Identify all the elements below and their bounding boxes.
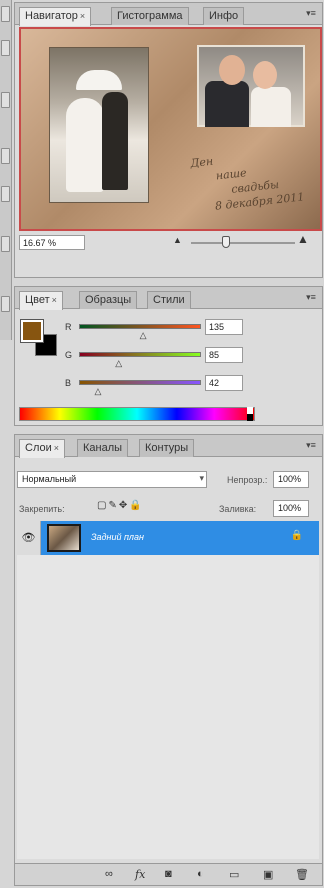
layer-thumbnail (47, 524, 81, 552)
navigator-tabbar: Навигатор × Гистограмма Инфо ▾≡ (15, 3, 322, 26)
zoom-slider-track[interactable] (191, 242, 295, 244)
layers-bottom-bar: ∞ fx ◙ ◐ ▭ ▣ 🗑 (15, 863, 322, 885)
layer-name[interactable]: Задний план (91, 532, 144, 542)
tab-channels[interactable]: Каналы (77, 439, 129, 457)
color-tabbar: Цвет × Образцы Стили ▾≡ (15, 287, 322, 310)
face-shape (253, 61, 277, 89)
tab-swatches[interactable]: Образцы (79, 291, 138, 309)
photo-couple-walking (49, 47, 149, 203)
blend-mode-select[interactable]: Нормальный ▾ (17, 471, 207, 488)
opacity-field[interactable]: 100% (273, 471, 309, 488)
image-caption: Ден наше свадьбы 8 декабря 2011 (190, 142, 324, 225)
b-slider[interactable] (79, 380, 201, 385)
black-swatch[interactable] (247, 414, 253, 421)
r-slider[interactable] (79, 324, 201, 329)
eye-icon[interactable]: 👁 (17, 521, 41, 555)
lock-icons: ▢✎✥🔒 (97, 500, 144, 511)
zoom-input[interactable]: 16.67 % (19, 235, 85, 250)
r-value-field[interactable]: 135 (205, 319, 243, 335)
dress-shape (251, 87, 291, 127)
blend-mode-value: Нормальный (22, 474, 77, 484)
tab-label: Инфо (209, 10, 239, 22)
tool-icon[interactable] (1, 6, 10, 22)
close-icon[interactable]: × (54, 443, 59, 453)
fx-icon[interactable]: fx (135, 868, 145, 881)
layers-panel: Слои × Каналы Контуры ▾≡ Нормальный ▾ Неп… (14, 434, 323, 886)
suit-shape (205, 81, 249, 127)
b-slider-thumb[interactable]: △ (95, 386, 102, 397)
tool-icon[interactable] (1, 296, 10, 312)
tab-label: Слои (25, 442, 52, 454)
g-slider-thumb[interactable]: △ (115, 358, 122, 369)
trash-icon[interactable]: 🗑 (295, 868, 309, 881)
panel-menu-icon[interactable]: ▾≡ (304, 440, 318, 452)
tab-navigator[interactable]: Навигатор × (19, 7, 92, 26)
tool-strip (0, 0, 12, 340)
opacity-value: 100% (278, 474, 302, 484)
color-panel: Цвет × Образцы Стили ▾≡ R △ 135 G △ 85 B … (14, 286, 323, 426)
tab-label: Навигатор (25, 10, 78, 22)
channel-label-g: G (65, 350, 73, 360)
zoom-out-icon[interactable]: ▲ (173, 235, 182, 245)
navigator-panel: Навигатор × Гистограмма Инфо ▾≡ Ден наше … (14, 2, 323, 278)
color-spectrum[interactable] (19, 407, 255, 421)
tab-color[interactable]: Цвет × (19, 291, 63, 310)
tab-label: Гистограмма (117, 10, 183, 22)
lock-icon: 🔒 (290, 530, 303, 541)
channel-label-r: R (65, 322, 72, 332)
panel-menu-icon[interactable]: ▾≡ (304, 8, 318, 20)
channel-label-b: B (65, 378, 72, 388)
groom-shape (102, 92, 128, 190)
chevron-down-icon: ▾ (199, 473, 204, 483)
lock-brush-icon[interactable]: ✎ (108, 500, 118, 511)
navigator-preview[interactable]: Ден наше свадьбы 8 декабря 2011 (19, 27, 322, 231)
g-slider[interactable] (79, 352, 201, 357)
tool-icon[interactable] (1, 40, 10, 56)
tab-paths[interactable]: Контуры (139, 439, 195, 457)
bride-shape (66, 98, 104, 192)
layer-row-background[interactable]: 👁 Задний план 🔒 (17, 521, 319, 555)
tab-layers[interactable]: Слои × (19, 439, 66, 458)
foreground-color-swatch[interactable] (20, 319, 44, 343)
group-icon[interactable]: ▭ (229, 868, 239, 881)
mask-icon[interactable]: ◙ (165, 868, 172, 880)
fill-field[interactable]: 100% (273, 500, 309, 517)
zoom-slider-thumb[interactable] (222, 236, 230, 248)
white-swatch[interactable] (247, 407, 253, 414)
link-icon[interactable]: ∞ (105, 868, 113, 880)
lock-move-icon[interactable]: ✥ (119, 500, 129, 511)
close-icon[interactable]: × (52, 295, 57, 305)
photo-couple-portrait (197, 45, 305, 127)
opacity-label: Непрозр.: (227, 475, 268, 485)
fill-label: Заливка: (219, 504, 257, 514)
layers-tabbar: Слои × Каналы Контуры ▾≡ (15, 435, 322, 458)
tab-label: Стили (153, 294, 185, 306)
tab-styles[interactable]: Стили (147, 291, 191, 309)
lock-all-icon[interactable]: 🔒 (129, 500, 143, 511)
panel-menu-icon[interactable]: ▾≡ (304, 292, 318, 304)
adjustment-icon[interactable]: ◐ (197, 868, 204, 880)
lock-label: Закрепить: (19, 504, 65, 514)
tool-icon[interactable] (1, 148, 10, 164)
fill-value: 100% (278, 503, 302, 513)
face-shape (219, 55, 245, 85)
new-layer-icon[interactable]: ▣ (263, 868, 273, 881)
tool-icon[interactable] (1, 236, 10, 252)
b-value-field[interactable]: 42 (205, 375, 243, 391)
tab-histogram[interactable]: Гистограмма (111, 7, 189, 25)
tab-label: Каналы (83, 442, 123, 454)
layers-list-empty-area[interactable] (17, 555, 319, 859)
tab-info[interactable]: Инфо (203, 7, 245, 25)
tool-icon[interactable] (1, 92, 10, 108)
g-value-field[interactable]: 85 (205, 347, 243, 363)
tab-label: Образцы (85, 294, 132, 306)
zoom-in-icon[interactable]: ▲ (297, 232, 309, 246)
umbrella-shape (76, 70, 122, 90)
tool-icon[interactable] (1, 186, 10, 202)
close-icon[interactable]: × (80, 11, 85, 21)
tab-label: Цвет (25, 294, 50, 306)
tab-label: Контуры (145, 442, 189, 454)
lock-transparency-icon[interactable]: ▢ (97, 500, 108, 511)
r-slider-thumb[interactable]: △ (140, 330, 147, 341)
